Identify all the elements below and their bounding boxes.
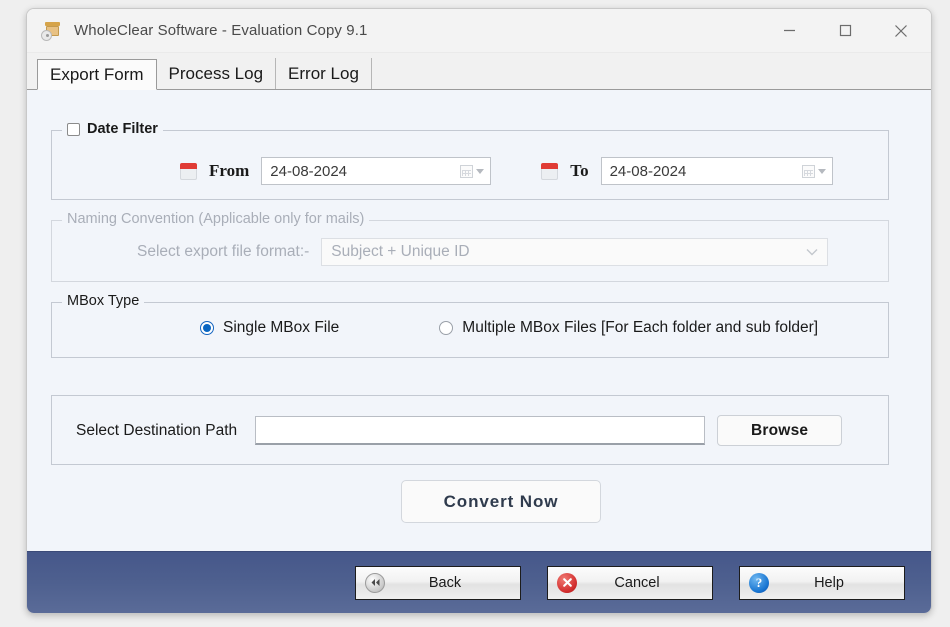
radio-indicator	[439, 321, 454, 335]
radio-multiple-mbox[interactable]: Multiple MBox Files [For Each folder and…	[439, 319, 818, 337]
calendar-grid-icon	[801, 164, 815, 178]
date-filter-legend: Date Filter	[62, 121, 163, 137]
naming-convention-legend: Naming Convention (Applicable only for m…	[62, 211, 370, 227]
minimize-icon[interactable]	[761, 9, 817, 53]
destination-row: Select Destination Path Browse	[52, 415, 888, 446]
cancel-x-icon	[557, 572, 577, 593]
cancel-button[interactable]: Cancel	[547, 565, 713, 600]
convert-now-label: Convert Now	[443, 491, 559, 511]
to-label: To	[570, 161, 589, 180]
radio-label: Multiple MBox Files [For Each folder and…	[462, 319, 819, 336]
date-from-value: 24-08-2024	[270, 162, 348, 180]
export-form-panel: Date Filter From 24-08-2024 To 24-08-202…	[27, 89, 931, 551]
radio-indicator	[200, 321, 214, 335]
screen: WholeClear Software - Evaluation Copy 9.…	[0, 0, 950, 627]
date-to-input[interactable]: 24-08-2024	[600, 157, 833, 185]
export-format-value: Subject + Unique ID	[331, 243, 470, 260]
date-filter-checkbox[interactable]	[67, 122, 80, 136]
date-from-picker-button[interactable]	[460, 164, 485, 178]
date-filter-row: From 24-08-2024 To 24-08-2024	[52, 157, 888, 185]
from-label: From	[209, 161, 250, 180]
window-title: WholeClear Software - Evaluation Copy 9.…	[74, 22, 368, 39]
close-icon[interactable]	[873, 9, 929, 53]
chevron-down-icon	[806, 248, 818, 256]
calendar-grid-icon	[460, 164, 474, 178]
date-to-value: 24-08-2024	[609, 162, 687, 180]
application-window: WholeClear Software - Evaluation Copy 9.…	[26, 8, 932, 614]
rewind-icon	[365, 572, 385, 593]
naming-convention-row: Select export file format:- Subject + Un…	[52, 238, 888, 266]
maximize-icon[interactable]	[817, 9, 873, 53]
date-to-picker-button[interactable]	[801, 164, 826, 178]
naming-convention-group: Naming Convention (Applicable only for m…	[51, 211, 889, 282]
destination-label: Select Destination Path	[76, 421, 238, 439]
question-mark-icon: ?	[749, 572, 769, 593]
calendar-icon	[180, 162, 197, 180]
radio-label: Single MBox File	[223, 319, 340, 336]
destination-path-input[interactable]	[255, 416, 706, 445]
export-format-select[interactable]: Subject + Unique ID	[321, 238, 829, 266]
calendar-icon	[541, 162, 559, 180]
destination-group: Select Destination Path Browse	[51, 395, 889, 465]
export-format-label: Select export file format:-	[137, 243, 310, 260]
chevron-down-icon	[817, 168, 826, 174]
tab-strip-filler	[372, 58, 931, 89]
date-filter-label: Date Filter	[87, 121, 158, 137]
date-filter-group: Date Filter From 24-08-2024 To 24-08-202…	[51, 121, 889, 200]
tab-label: Process Log	[168, 63, 264, 83]
tab-export-form[interactable]: Export Form	[37, 59, 157, 90]
radio-single-mbox[interactable]: Single MBox File	[200, 319, 339, 337]
mbox-type-group: MBox Type Single MBox File Multiple MBox…	[51, 293, 889, 358]
mbox-type-legend: MBox Type	[62, 293, 145, 309]
convert-now-button[interactable]: Convert Now	[401, 480, 601, 523]
date-from-input[interactable]: 24-08-2024	[261, 157, 492, 185]
tab-strip: Export Form Process Log Error Log	[27, 53, 931, 90]
tab-process-log[interactable]: Process Log	[156, 58, 277, 89]
tab-label: Error Log	[288, 63, 359, 83]
browse-label: Browse	[751, 421, 809, 439]
back-button[interactable]: Back	[355, 565, 521, 600]
archive-box-disc-icon	[41, 20, 63, 42]
browse-button[interactable]: Browse	[717, 415, 843, 446]
tab-error-log[interactable]: Error Log	[276, 58, 372, 89]
title-bar: WholeClear Software - Evaluation Copy 9.…	[27, 9, 931, 53]
mbox-type-row: Single MBox File Multiple MBox Files [Fo…	[52, 319, 888, 337]
window-controls	[761, 9, 931, 52]
chevron-down-icon	[476, 168, 485, 174]
help-button[interactable]: ? Help	[739, 565, 905, 600]
tab-label: Export Form	[50, 64, 144, 84]
footer-bar: Back Cancel ? Help	[27, 551, 931, 613]
